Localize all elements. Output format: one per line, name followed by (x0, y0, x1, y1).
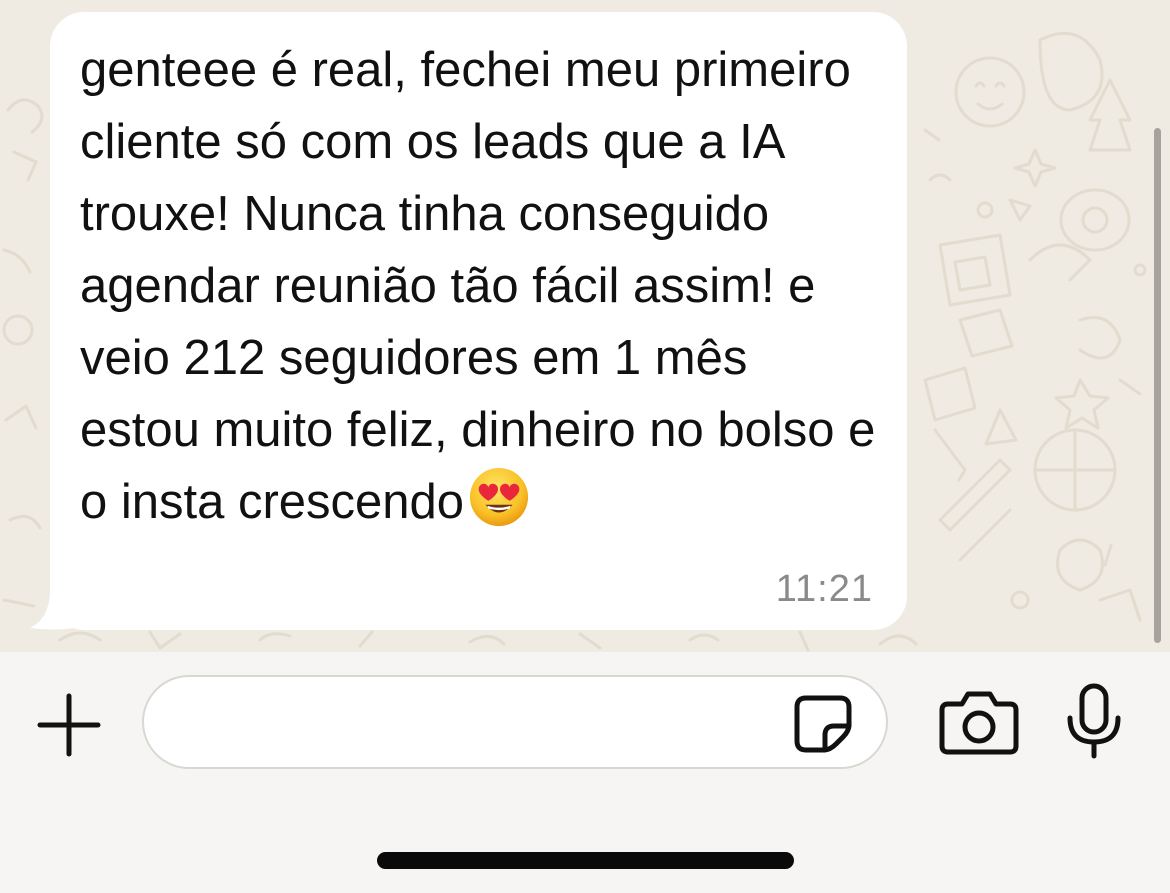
message-input[interactable] (142, 675, 888, 769)
chat-area: genteee é real, fechei meu primeiro clie… (0, 0, 1170, 652)
sticker-button[interactable] (792, 693, 854, 755)
attach-plus-button[interactable] (34, 690, 104, 760)
chat-scrollbar[interactable] (1154, 128, 1161, 643)
microphone-icon (1067, 683, 1121, 759)
camera-icon (939, 691, 1019, 755)
message-bubble-tail (30, 590, 86, 630)
heart-eyes-emoji-icon (470, 467, 529, 527)
message-timestamp: 11:21 (775, 568, 873, 610)
sticker-icon (794, 695, 852, 753)
plus-icon (37, 693, 101, 757)
camera-button[interactable] (938, 688, 1020, 756)
microphone-button[interactable] (1064, 682, 1124, 762)
message-text: genteee é real, fechei meu primeiro clie… (80, 43, 889, 529)
home-indicator[interactable] (377, 852, 794, 869)
message-bubble-incoming[interactable]: genteee é real, fechei meu primeiro clie… (50, 12, 907, 630)
